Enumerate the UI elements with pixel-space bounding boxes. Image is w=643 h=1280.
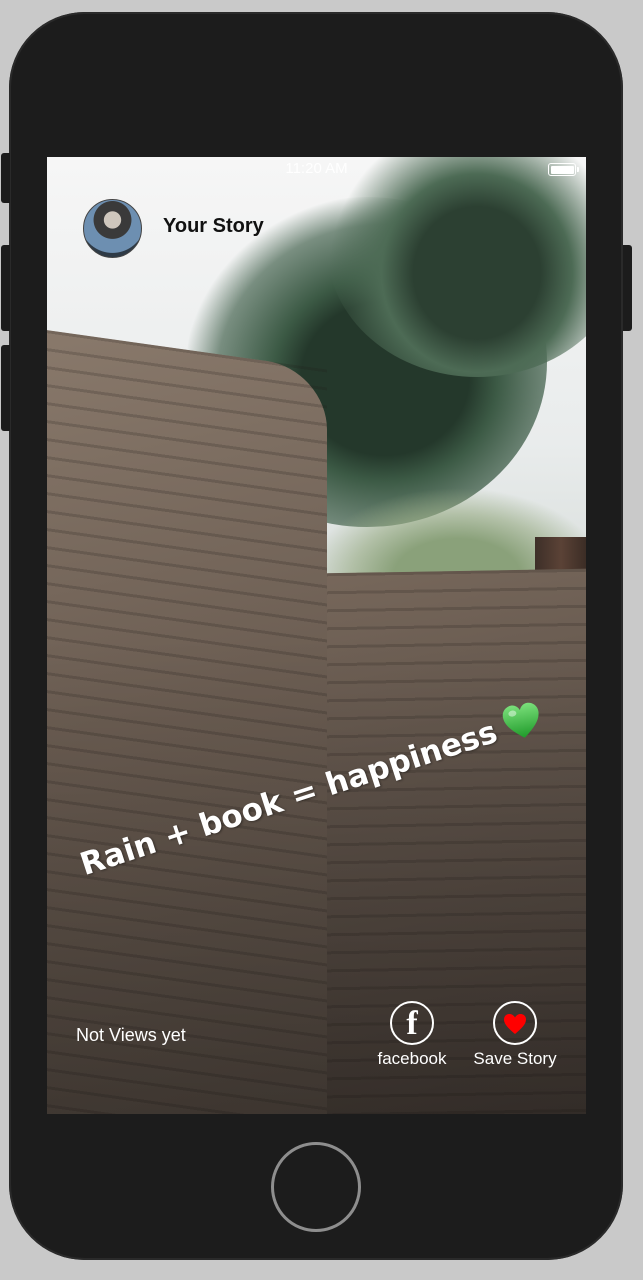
- story-screen[interactable]: 11:20 AM Your Story Rain + book = happin…: [47, 157, 586, 1114]
- story-owner-title[interactable]: Your Story: [163, 215, 264, 238]
- mute-switch: [1, 153, 10, 203]
- green-heart-icon: [502, 702, 539, 738]
- facebook-icon: f: [390, 1001, 434, 1045]
- save-story-label: Save Story: [473, 1049, 557, 1068]
- volume-down-button: [1, 345, 10, 431]
- save-story-button[interactable]: Save Story: [470, 1001, 560, 1069]
- facebook-share-button[interactable]: f facebook: [374, 1001, 450, 1069]
- facebook-label: facebook: [377, 1049, 447, 1068]
- avatar[interactable]: [83, 199, 142, 258]
- volume-up-button: [1, 245, 10, 331]
- battery-icon: [548, 163, 579, 176]
- heart-icon: [493, 1001, 537, 1045]
- power-button: [623, 245, 632, 331]
- views-count-label: Not Views yet: [76, 1025, 186, 1045]
- home-button[interactable]: [271, 1142, 361, 1232]
- status-time: 11:20 AM: [285, 160, 348, 177]
